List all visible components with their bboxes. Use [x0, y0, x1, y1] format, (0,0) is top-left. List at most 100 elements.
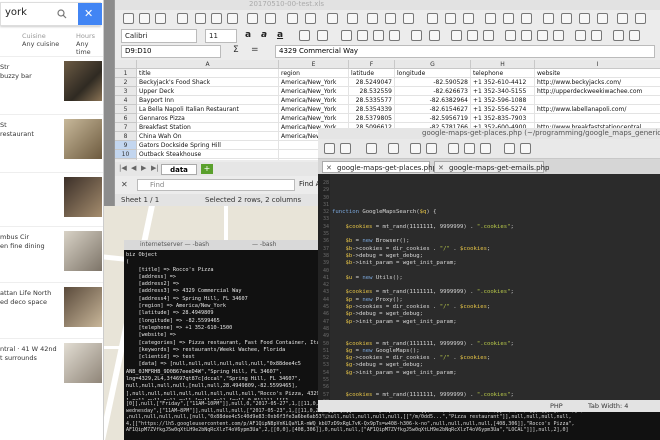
table-cell[interactable]: America/New_York: [279, 114, 349, 123]
justify-icon[interactable]: [389, 30, 400, 41]
table-cell[interactable]: http://www.labellanapoli.com/: [535, 105, 660, 114]
last-sheet-icon[interactable]: ▶|: [151, 164, 159, 172]
grid-icon[interactable]: [367, 13, 378, 24]
row-header[interactable]: 6: [115, 114, 137, 123]
undo-icon[interactable]: [287, 13, 298, 24]
tab-width-selector[interactable]: Tab Width: 4: [588, 400, 628, 412]
column-header[interactable]: A: [137, 60, 279, 69]
first-sheet-icon[interactable]: |◀: [119, 164, 127, 172]
align-center-icon[interactable]: [357, 30, 368, 41]
filter-cuisine[interactable]: Cuisine Any cuisine: [22, 32, 59, 48]
table-cell[interactable]: -82.590528: [395, 78, 471, 87]
sort-ascending-icon[interactable]: [427, 13, 438, 24]
hyperlink-icon[interactable]: [561, 13, 572, 24]
table-cell[interactable]: longitude: [395, 69, 471, 78]
cut-icon[interactable]: [448, 143, 459, 154]
table-cell[interactable]: +1 352-596-1088: [471, 96, 535, 105]
wrap-text-icon[interactable]: [411, 30, 422, 41]
bold-button[interactable]: a: [245, 30, 251, 40]
table-cell[interactable]: +1 352-340-5155: [471, 87, 535, 96]
list-item[interactable]: mbus Cir en fine dining: [0, 226, 103, 274]
close-icon[interactable]: ✕: [438, 162, 444, 174]
chart-icon[interactable]: [503, 13, 514, 24]
table-cell[interactable]: [535, 96, 660, 105]
function-icon[interactable]: =: [251, 45, 259, 55]
table-cell[interactable]: Gennaros Pizza: [137, 114, 279, 123]
font-name-combo[interactable]: Calibri: [121, 29, 197, 43]
next-sheet-icon[interactable]: ▶: [141, 164, 146, 172]
percent-icon[interactable]: [521, 30, 532, 41]
table-cell[interactable]: telephone: [471, 69, 535, 78]
close-find-icon[interactable]: ✕: [121, 180, 128, 189]
table-cell[interactable]: America/New_York: [279, 78, 349, 87]
add-decimal-icon[interactable]: [575, 30, 586, 41]
table-cell[interactable]: -82.5956719: [395, 114, 471, 123]
table-cell[interactable]: America/New_York: [279, 87, 349, 96]
search-icon[interactable]: [57, 9, 67, 19]
table-cell[interactable]: -82.6154627: [395, 105, 471, 114]
clear-format-icon[interactable]: [265, 13, 276, 24]
row-header[interactable]: 3: [115, 87, 137, 96]
add-sheet-button[interactable]: +: [201, 164, 213, 174]
highlight-icon[interactable]: [317, 30, 328, 41]
table-cell[interactable]: Bayport Inn: [137, 96, 279, 105]
font-color-icon[interactable]: [299, 30, 310, 41]
row-header[interactable]: 4: [115, 96, 137, 105]
list-item[interactable]: Str buzzy bar: [0, 56, 103, 104]
print-icon[interactable]: [388, 143, 399, 154]
find-input[interactable]: Find: [137, 179, 295, 191]
table-cell[interactable]: Gators Dockside Spring Hill: [137, 141, 279, 150]
undo-icon[interactable]: [410, 143, 421, 154]
table-cell[interactable]: region: [279, 69, 349, 78]
row-header[interactable]: 5: [115, 105, 137, 114]
prev-sheet-icon[interactable]: ◀: [131, 164, 136, 172]
column-icon[interactable]: [403, 13, 414, 24]
row-header[interactable]: 11: [115, 159, 137, 160]
tab-google-maps-get-emails[interactable]: ✕ google-maps-get-emails.php: [434, 161, 549, 174]
formula-input[interactable]: 4329 Commercial Way: [275, 45, 655, 58]
tab-google-maps-get-places[interactable]: ✕ google-maps-get-places.php: [322, 161, 437, 173]
sort-descending-icon[interactable]: [445, 13, 456, 24]
maps-search-box[interactable]: york ✕: [0, 2, 102, 26]
table-cell[interactable]: +1 352-556-5274: [471, 105, 535, 114]
table-cell[interactable]: latitude: [349, 69, 395, 78]
close-icon[interactable]: ✕: [84, 7, 93, 20]
freeze-icon[interactable]: [617, 13, 628, 24]
tab-data[interactable]: data: [161, 164, 197, 175]
copy-icon[interactable]: [464, 143, 475, 154]
align-middle-icon[interactable]: [467, 30, 478, 41]
terminal-tab-title[interactable]: internetserver — -bash: [140, 241, 209, 248]
save-icon[interactable]: [155, 13, 166, 24]
redo-icon[interactable]: [426, 143, 437, 154]
pivot-table-icon[interactable]: [521, 13, 532, 24]
column-header[interactable]: E: [279, 60, 349, 69]
align-left-icon[interactable]: [341, 30, 352, 41]
font-size-combo[interactable]: 11: [205, 29, 237, 43]
name-box[interactable]: D9:D10: [121, 45, 221, 58]
cut-icon[interactable]: [195, 13, 206, 24]
row-header[interactable]: 9: [115, 141, 137, 150]
list-item[interactable]: attan Life North ed deco space: [0, 282, 103, 330]
row-header[interactable]: 10: [115, 150, 137, 159]
table-cell[interactable]: http://upperdeckweekiwachee.com: [535, 87, 660, 96]
table-cell[interactable]: +1 352-835-7903: [471, 114, 535, 123]
column-header[interactable]: I: [535, 60, 660, 69]
table-cell[interactable]: +1 352-610-4412: [471, 78, 535, 87]
new-document-icon[interactable]: [324, 143, 335, 154]
date-icon[interactable]: [553, 30, 564, 41]
code-editor[interactable]: function GoogleMapsSearch($q) { $cookies…: [332, 180, 658, 414]
language-selector[interactable]: PHP: [550, 400, 563, 412]
list-item[interactable]: [0, 172, 103, 220]
number-format-icon[interactable]: [537, 30, 548, 41]
open-folder-icon[interactable]: [139, 13, 150, 24]
table-cell[interactable]: Upper Deck: [137, 87, 279, 96]
sum-icon[interactable]: Σ: [233, 45, 239, 55]
special-character-icon[interactable]: [543, 13, 554, 24]
align-right-icon[interactable]: [373, 30, 384, 41]
indent-icon[interactable]: [613, 30, 624, 41]
autofilter-icon[interactable]: [463, 13, 474, 24]
table-cell[interactable]: 28.5379805: [349, 114, 395, 123]
filter-hours[interactable]: Hours Any time: [76, 32, 103, 56]
format-paint-icon[interactable]: [247, 13, 258, 24]
row-header[interactable]: 1: [115, 69, 137, 78]
